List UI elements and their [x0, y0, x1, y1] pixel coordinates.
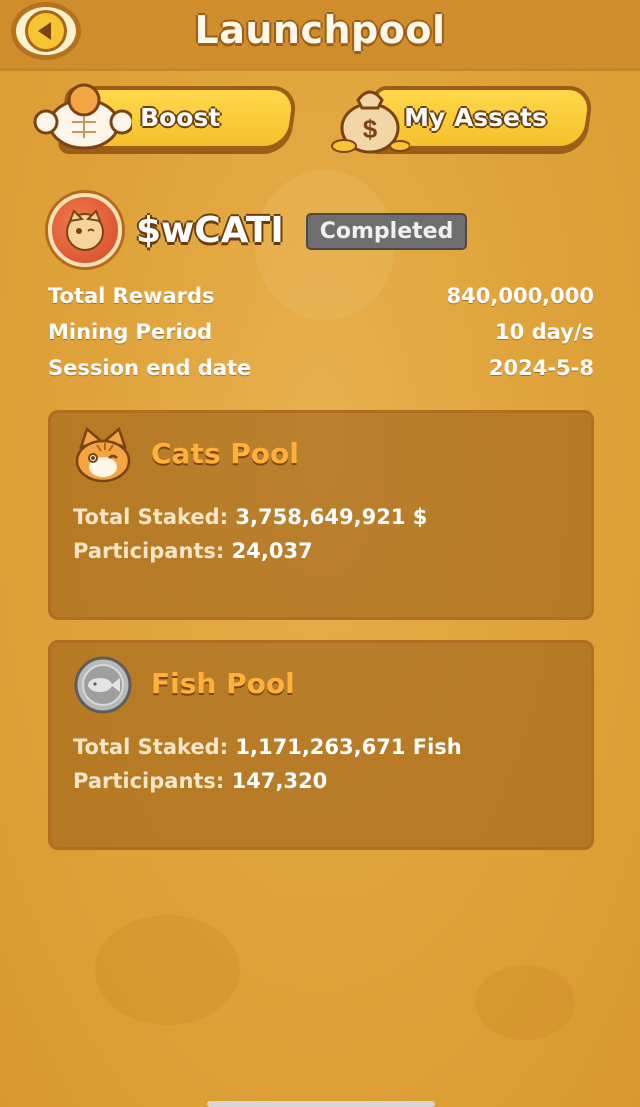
page-title: Launchpool: [194, 8, 446, 52]
total-staked-label: Total Staked:: [73, 735, 229, 759]
info-label: Session end date: [48, 356, 252, 380]
total-staked-label: Total Staked:: [73, 505, 229, 529]
pool-title: Fish Pool: [151, 667, 295, 700]
participants-label: Participants:: [73, 769, 225, 793]
cat-head-icon: [75, 426, 131, 483]
cats-pool-card[interactable]: Cats Pool Total Staked: 3,758,649,921 $ …: [48, 410, 594, 620]
participants-line: Participants: 24,037: [73, 539, 313, 563]
top-bar: Launchpool: [0, 0, 640, 68]
cat-face-icon: [66, 209, 104, 251]
info-value: 10 day/s: [495, 320, 594, 344]
fish-coin-icon: [74, 656, 132, 714]
home-indicator[interactable]: [207, 1101, 435, 1107]
info-label: Total Rewards: [48, 284, 215, 308]
launchpool-info: Total Rewards 840,000,000 Mining Period …: [48, 284, 594, 392]
info-label: Mining Period: [48, 320, 213, 344]
total-staked-value: 3,758,649,921 $: [235, 505, 428, 529]
muscle-cat-icon: [33, 83, 132, 150]
token-name: $wCATI: [136, 209, 284, 251]
pool-title: Cats Pool: [151, 437, 299, 470]
info-row-session-end: Session end date 2024-5-8: [48, 356, 594, 392]
participants-line: Participants: 147,320: [73, 769, 327, 793]
status-badge: Completed: [305, 212, 468, 250]
participants-value: 147,320: [231, 769, 328, 793]
background-rock: [95, 915, 240, 1025]
total-staked-value: 1,171,263,671 Fish: [235, 735, 462, 759]
total-staked-line: Total Staked: 3,758,649,921 $: [73, 505, 427, 529]
boost-label: Boost: [140, 103, 221, 132]
fish-pool-card[interactable]: Fish Pool Total Staked: 1,171,263,671 Fi…: [48, 640, 594, 850]
token-header: $wCATI Completed: [48, 193, 468, 267]
participants-label: Participants:: [73, 539, 225, 563]
info-row-total-rewards: Total Rewards 840,000,000: [48, 284, 594, 320]
token-logo: [48, 193, 122, 267]
svg-text:$: $: [363, 114, 378, 144]
money-bag-icon: $: [331, 90, 410, 154]
info-value: 840,000,000: [446, 284, 594, 308]
total-staked-line: Total Staked: 1,171,263,671 Fish: [73, 735, 462, 759]
info-row-mining-period: Mining Period 10 day/s: [48, 320, 594, 356]
my-assets-label: My Assets: [404, 103, 547, 132]
background-rock: [475, 965, 575, 1040]
participants-value: 24,037: [231, 539, 313, 563]
info-value: 2024-5-8: [488, 356, 594, 380]
